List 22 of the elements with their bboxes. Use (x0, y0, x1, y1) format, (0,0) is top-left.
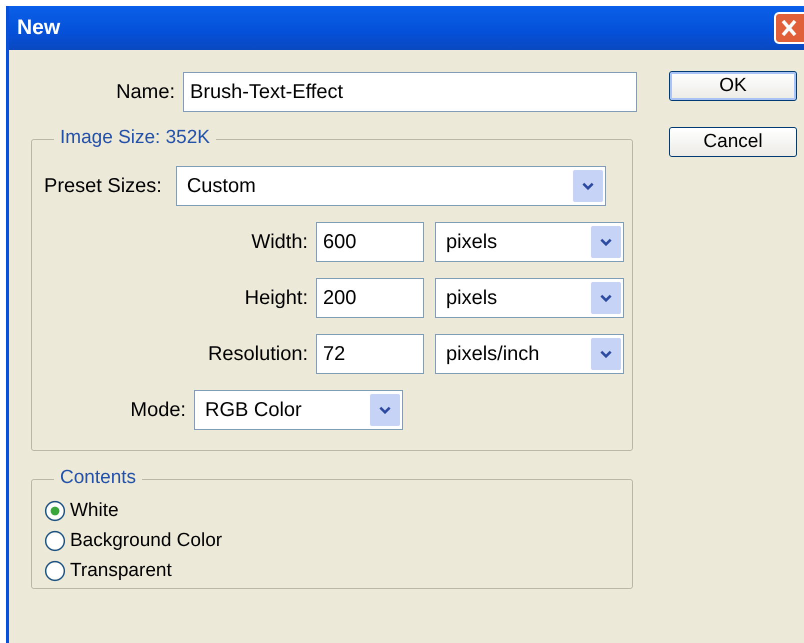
radio-option[interactable]: White (44, 500, 632, 522)
dialog-button[interactable]: Cancel (669, 127, 797, 157)
number-field[interactable]: 600 (316, 222, 424, 262)
unit-select[interactable]: pixels (435, 222, 624, 262)
number-field[interactable]: 72 (316, 334, 424, 374)
field-label: Preset Sizes: (44, 174, 163, 198)
field-label: Height: (244, 286, 309, 310)
field-label: Mode: (129, 398, 187, 422)
field-label: Name: (115, 80, 176, 104)
unit-select[interactable]: pixels (435, 278, 624, 318)
window-title: New (17, 16, 60, 40)
radio-option[interactable]: Transparent (44, 560, 632, 582)
name-field[interactable]: Brush-Text-Effect (183, 72, 637, 112)
number-field[interactable]: 200 (316, 278, 424, 318)
field-label: Width: (250, 230, 309, 254)
preset-select[interactable]: Custom (176, 166, 606, 206)
radio-option[interactable]: Background Color (44, 530, 632, 552)
unit-select[interactable]: pixels/inch (435, 334, 624, 374)
group-legend: Image Size: 352K (54, 127, 216, 149)
dialog-button[interactable]: OK (669, 71, 797, 101)
field-label: Resolution: (206, 342, 309, 366)
mode-select[interactable]: RGB Color (194, 390, 403, 430)
